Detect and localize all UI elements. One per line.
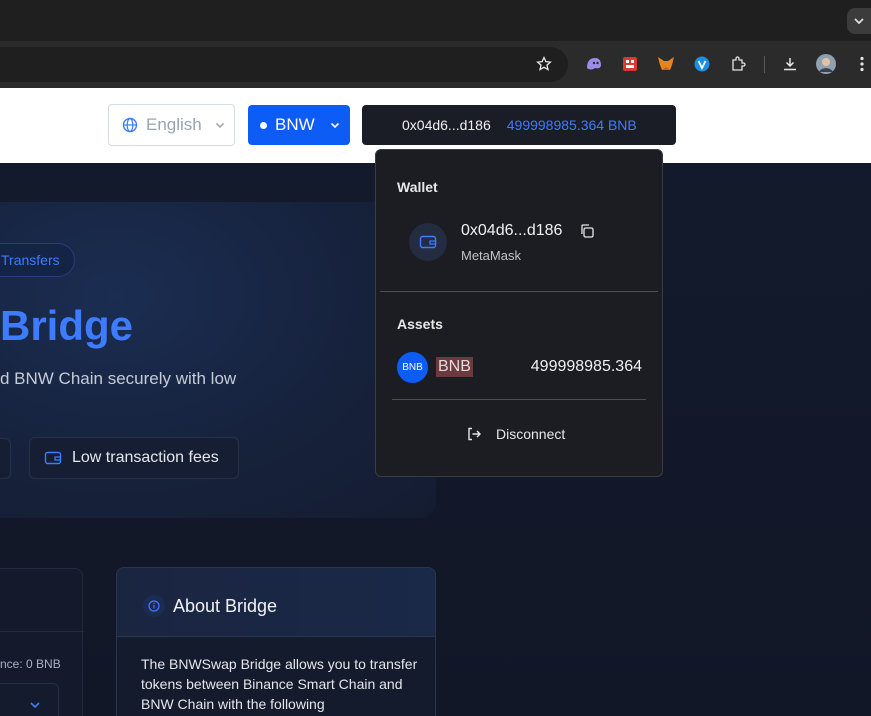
wallet-icon [409,223,447,261]
about-card-header: About Bridge [117,568,435,637]
balance-text: nce: 0 BNB [0,657,61,671]
chain-selector[interactable]: BNW [248,105,350,145]
toolbar-separator [764,56,765,73]
info-icon [143,595,165,617]
chevron-down-icon [854,18,864,25]
chain-status-dot [260,121,267,129]
hero-pill: Transfers [0,243,75,277]
wallet-section-label: Wallet [397,179,438,195]
feature-chip-low-fees: Low transaction fees [29,437,239,479]
dropdown-wallet-address: 0x04d6...d186 [461,222,563,239]
about-title: About Bridge [173,596,278,616]
profile-avatar[interactable] [816,54,836,74]
about-card: About Bridge The BNWSwap Bridge allows y… [116,567,436,716]
about-body: The BNWSwap Bridge allows you to transfe… [141,656,418,712]
disconnect-label: Disconnect [496,426,566,442]
wallet-balance: 499998985.364 BNB [506,117,637,133]
address-bar[interactable] [0,47,568,82]
feature-label: Low transaction fees [72,449,219,466]
feature-chip [0,438,11,479]
wallet-icon [44,451,62,465]
wallet-provider: MetaMask [461,248,521,263]
bnb-token-icon: BNB [397,352,428,383]
dropdown-divider [380,291,658,292]
ghost-extension-icon[interactable] [584,54,604,74]
chain-label: BNW [275,115,315,134]
chevron-down-icon [330,122,339,129]
wallet-button[interactable]: 0x04d6...d186 499998985.364 BNB [362,105,676,145]
bookmark-star-icon[interactable] [534,54,554,74]
puzzle-game-extension-icon[interactable] [620,54,640,74]
card-divider [0,631,84,632]
logout-icon [468,427,481,441]
browser-menu-icon[interactable] [852,54,871,74]
metamask-fox-icon[interactable] [656,54,676,74]
dropdown-divider [392,399,646,400]
extensions-puzzle-icon[interactable] [728,54,748,74]
wallet-dropdown: Wallet 0x04d6...d186 MetaMask Assets BNB… [375,149,663,477]
browser-tabstrip [0,0,871,41]
hero-title: Bridge [0,302,134,349]
copy-icon[interactable] [579,223,595,239]
shield-v-extension-icon[interactable] [692,54,712,74]
language-label: English [146,115,202,134]
disconnect-button[interactable]: Disconnect [466,426,565,442]
browser-toolbar [0,41,871,88]
wallet-address: 0x04d6...d186 [402,117,491,133]
assets-section-label: Assets [397,316,443,332]
globe-icon [122,117,138,133]
download-icon[interactable] [780,54,800,74]
asset-symbol: BNB [436,357,473,377]
asset-amount: 499998985.364 [530,358,642,375]
tab-search-button[interactable] [847,8,871,34]
language-selector[interactable]: English [108,104,235,146]
chevron-down-icon [215,122,224,129]
chevron-down-icon [30,702,40,709]
hero-subtitle: d BNW Chain securely with low [0,369,237,388]
